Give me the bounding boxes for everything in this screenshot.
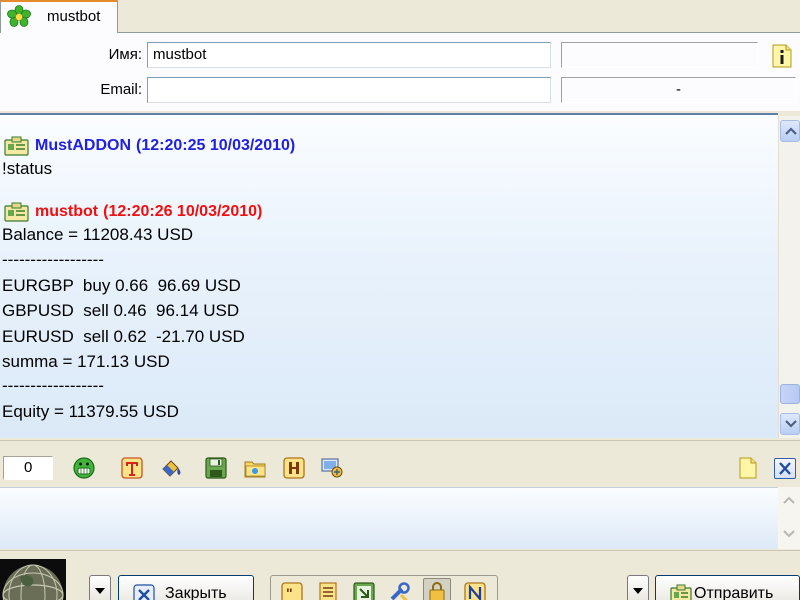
text-format-icon[interactable]: [121, 457, 143, 479]
chevron-up-icon: [785, 127, 797, 135]
name-field[interactable]: mustbot: [147, 42, 551, 68]
history-scrollbar[interactable]: [778, 116, 800, 438]
send-button[interactable]: Отправить: [655, 575, 800, 600]
message-text: summa = 171.13 USD: [2, 352, 170, 371]
extra-email-field[interactable]: -: [561, 77, 796, 103]
close-icon: [133, 584, 155, 600]
message-text: ------------------: [2, 250, 104, 269]
message-text: GBPUSD sell 0.46 96.14 USD: [2, 301, 240, 320]
chevron-down-icon: [633, 588, 643, 594]
contact-card-icon: [4, 202, 29, 222]
message-time: (12:20:26 10/03/2010): [103, 203, 263, 220]
chevron-down-icon: [785, 420, 797, 428]
char-counter: 0: [3, 456, 53, 480]
lock-icon: [429, 582, 445, 600]
send-button-label: Отправить: [694, 585, 774, 600]
message-author: mustbot: [35, 203, 99, 220]
message-text: EURGBP buy 0.66 96.69 USD: [2, 276, 241, 295]
close-button[interactable]: Закрыть: [118, 575, 254, 600]
message-header: mustbot (12:20:26 10/03/2010): [4, 201, 262, 223]
toggle-button-pressed[interactable]: [423, 578, 451, 600]
action-group: ": [270, 575, 498, 600]
close-input-button[interactable]: [774, 458, 796, 479]
smiley-icon[interactable]: [73, 457, 95, 479]
scroll-thumb[interactable]: [780, 384, 800, 404]
folder-icon[interactable]: [244, 457, 266, 479]
message-toolbar: 0: [0, 440, 800, 486]
paint-icon[interactable]: [160, 457, 182, 479]
notes-icon[interactable]: [464, 582, 486, 600]
send-icon: [670, 584, 692, 600]
contact-info-panel: Имя: mustbot Email: -: [0, 33, 800, 111]
tab-label: mustbot: [47, 8, 101, 25]
message-text: EURUSD sell 0.62 -21.70 USD: [2, 327, 245, 346]
note-icon[interactable]: [737, 457, 759, 479]
message-header: MustADDON (12:20:25 10/03/2010): [4, 135, 295, 157]
contact-card-icon: [4, 136, 29, 156]
message-author: MustADDON: [35, 137, 131, 154]
extra-field[interactable]: [561, 42, 758, 68]
close-options-dropdown[interactable]: [89, 575, 111, 600]
tab-mustbot[interactable]: mustbot: [0, 0, 118, 34]
message-time: (12:20:25 10/03/2010): [136, 137, 296, 154]
avatar[interactable]: [0, 559, 66, 600]
message-input[interactable]: [0, 487, 778, 549]
chat-window: mustbot Имя: mustbot Email: - MustADDON: [0, 0, 800, 600]
message-text: !status: [2, 159, 53, 178]
insert-icon[interactable]: [353, 582, 375, 600]
history-icon[interactable]: [283, 457, 305, 479]
close-icon: [779, 462, 791, 475]
tools-icon[interactable]: [389, 582, 411, 600]
email-label: Email:: [100, 81, 142, 98]
input-scrollbar[interactable]: [778, 487, 800, 549]
save-icon[interactable]: [205, 457, 227, 479]
network-icon[interactable]: [321, 457, 343, 479]
message-text: Balance = 11208.43 USD: [2, 225, 194, 244]
send-options-dropdown[interactable]: [627, 575, 649, 600]
document-icon[interactable]: [317, 582, 339, 600]
message-text: Equity = 11379.55 USD: [2, 402, 179, 421]
email-field[interactable]: [147, 77, 551, 103]
bottom-bar: Закрыть " Отправить: [0, 550, 800, 600]
icq-flower-icon: [7, 5, 31, 27]
name-label: Имя:: [108, 46, 142, 63]
scroll-up-button[interactable]: [780, 120, 800, 142]
info-icon[interactable]: [770, 44, 794, 68]
chevron-down-icon[interactable]: [783, 529, 795, 539]
tab-strip: mustbot: [0, 0, 800, 34]
quote-icon[interactable]: ": [281, 582, 303, 600]
chevron-down-icon: [95, 588, 105, 594]
message-text: ------------------: [2, 376, 104, 395]
globe-icon: [0, 559, 66, 600]
scroll-down-button[interactable]: [780, 413, 800, 435]
chevron-up-icon[interactable]: [783, 495, 795, 505]
svg-text:": ": [286, 585, 293, 600]
message-history: MustADDON (12:20:25 10/03/2010) !status …: [0, 113, 778, 438]
close-button-label: Закрыть: [165, 585, 227, 600]
